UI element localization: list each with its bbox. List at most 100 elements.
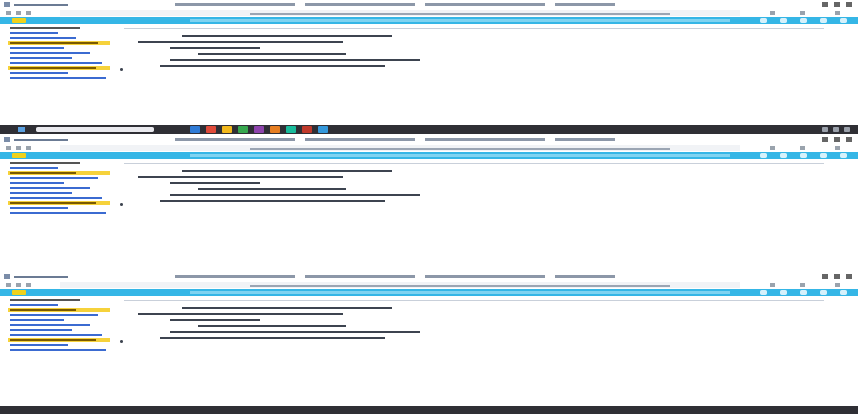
sidebar-item[interactable] (8, 26, 110, 30)
bell-icon[interactable] (800, 18, 807, 23)
sidebar-item[interactable] (8, 328, 110, 332)
taskbar-app-icon[interactable] (254, 126, 264, 133)
sidebar-item[interactable] (8, 51, 110, 55)
back-icon[interactable] (6, 283, 11, 287)
sidebar-item[interactable] (8, 303, 110, 307)
bookmark-link[interactable] (305, 3, 415, 6)
sidebar-item[interactable] (8, 196, 110, 200)
taskbar-app-icon[interactable] (190, 126, 200, 133)
sidebar-item[interactable] (8, 176, 110, 180)
sidebar-item[interactable] (8, 191, 110, 195)
taskbar-app-icon[interactable] (270, 126, 280, 133)
bookmark-link[interactable] (175, 275, 295, 278)
bookmark-star-icon[interactable] (770, 283, 775, 287)
close-icon[interactable] (846, 2, 852, 7)
sidebar-item[interactable] (8, 46, 110, 50)
sidebar-item[interactable] (8, 298, 110, 302)
sidebar-item[interactable] (8, 56, 110, 60)
bookmark-link[interactable] (555, 275, 615, 278)
app-logo[interactable] (12, 290, 26, 295)
sidebar-item[interactable] (8, 206, 110, 210)
sidebar-item[interactable] (8, 41, 110, 45)
sidebar-item[interactable] (8, 323, 110, 327)
forward-icon[interactable] (16, 146, 21, 150)
bookmark-link[interactable] (425, 3, 545, 6)
extensions-icon[interactable] (800, 146, 805, 150)
back-icon[interactable] (6, 11, 11, 15)
bookmark-link[interactable] (175, 138, 295, 141)
home-icon[interactable] (760, 18, 767, 23)
extensions-icon[interactable] (800, 11, 805, 15)
maximize-icon[interactable] (834, 137, 840, 142)
taskbar-app-icon[interactable] (286, 126, 296, 133)
close-icon[interactable] (846, 137, 852, 142)
home-icon[interactable] (760, 290, 767, 295)
sidebar-item[interactable] (8, 211, 110, 215)
bookmark-link[interactable] (425, 138, 545, 141)
search-icon[interactable] (780, 290, 787, 295)
sidebar-item[interactable] (8, 76, 110, 80)
sidebar-item[interactable] (8, 343, 110, 347)
sidebar-item[interactable] (8, 171, 110, 175)
bell-icon[interactable] (800, 290, 807, 295)
sidebar-item[interactable] (8, 66, 110, 70)
bookmark-star-icon[interactable] (770, 11, 775, 15)
url-input[interactable] (60, 282, 740, 288)
clock[interactable] (844, 127, 850, 132)
user-icon[interactable] (820, 153, 827, 158)
url-input[interactable] (60, 10, 740, 16)
settings-icon[interactable] (840, 153, 847, 158)
taskbar-app-icon[interactable] (206, 126, 216, 133)
menu-icon[interactable] (835, 146, 840, 150)
forward-icon[interactable] (16, 283, 21, 287)
sidebar-item[interactable] (8, 333, 110, 337)
menu-icon[interactable] (835, 11, 840, 15)
sidebar-item[interactable] (8, 318, 110, 322)
sidebar-item[interactable] (8, 313, 110, 317)
sidebar-item[interactable] (8, 186, 110, 190)
sidebar-item[interactable] (8, 31, 110, 35)
app-logo[interactable] (12, 18, 26, 23)
reload-icon[interactable] (26, 11, 31, 15)
maximize-icon[interactable] (834, 2, 840, 7)
sidebar-item[interactable] (8, 61, 110, 65)
browser-tab[interactable] (14, 272, 68, 281)
sidebar-item[interactable] (8, 71, 110, 75)
sidebar-item[interactable] (8, 181, 110, 185)
taskbar-app-icon[interactable] (302, 126, 312, 133)
sidebar-item[interactable] (8, 201, 110, 205)
bookmark-link[interactable] (305, 275, 415, 278)
bookmark-link[interactable] (555, 3, 615, 6)
forward-icon[interactable] (16, 11, 21, 15)
minimize-icon[interactable] (822, 274, 828, 279)
settings-icon[interactable] (840, 290, 847, 295)
sidebar-item[interactable] (8, 338, 110, 342)
maximize-icon[interactable] (834, 274, 840, 279)
taskbar-app-icon[interactable] (318, 126, 328, 133)
sidebar-item[interactable] (8, 166, 110, 170)
search-icon[interactable] (780, 18, 787, 23)
bookmark-link[interactable] (425, 275, 545, 278)
network-icon[interactable] (822, 127, 828, 132)
sidebar-item[interactable] (8, 161, 110, 165)
minimize-icon[interactable] (822, 2, 828, 7)
bookmark-link[interactable] (305, 138, 415, 141)
sidebar-item[interactable] (8, 308, 110, 312)
reload-icon[interactable] (26, 283, 31, 287)
close-icon[interactable] (846, 274, 852, 279)
reload-icon[interactable] (26, 146, 31, 150)
browser-tab[interactable] (14, 0, 68, 9)
menu-icon[interactable] (835, 283, 840, 287)
taskbar-search[interactable] (36, 127, 154, 132)
bookmark-link[interactable] (555, 138, 615, 141)
user-icon[interactable] (820, 290, 827, 295)
bookmark-link[interactable] (175, 3, 295, 6)
url-input[interactable] (60, 145, 740, 151)
volume-icon[interactable] (833, 127, 839, 132)
sidebar-item[interactable] (8, 348, 110, 352)
taskbar-app-icon[interactable] (238, 126, 248, 133)
start-icon[interactable] (18, 127, 25, 132)
taskbar-app-icon[interactable] (222, 126, 232, 133)
extensions-icon[interactable] (800, 283, 805, 287)
app-logo[interactable] (12, 153, 26, 158)
